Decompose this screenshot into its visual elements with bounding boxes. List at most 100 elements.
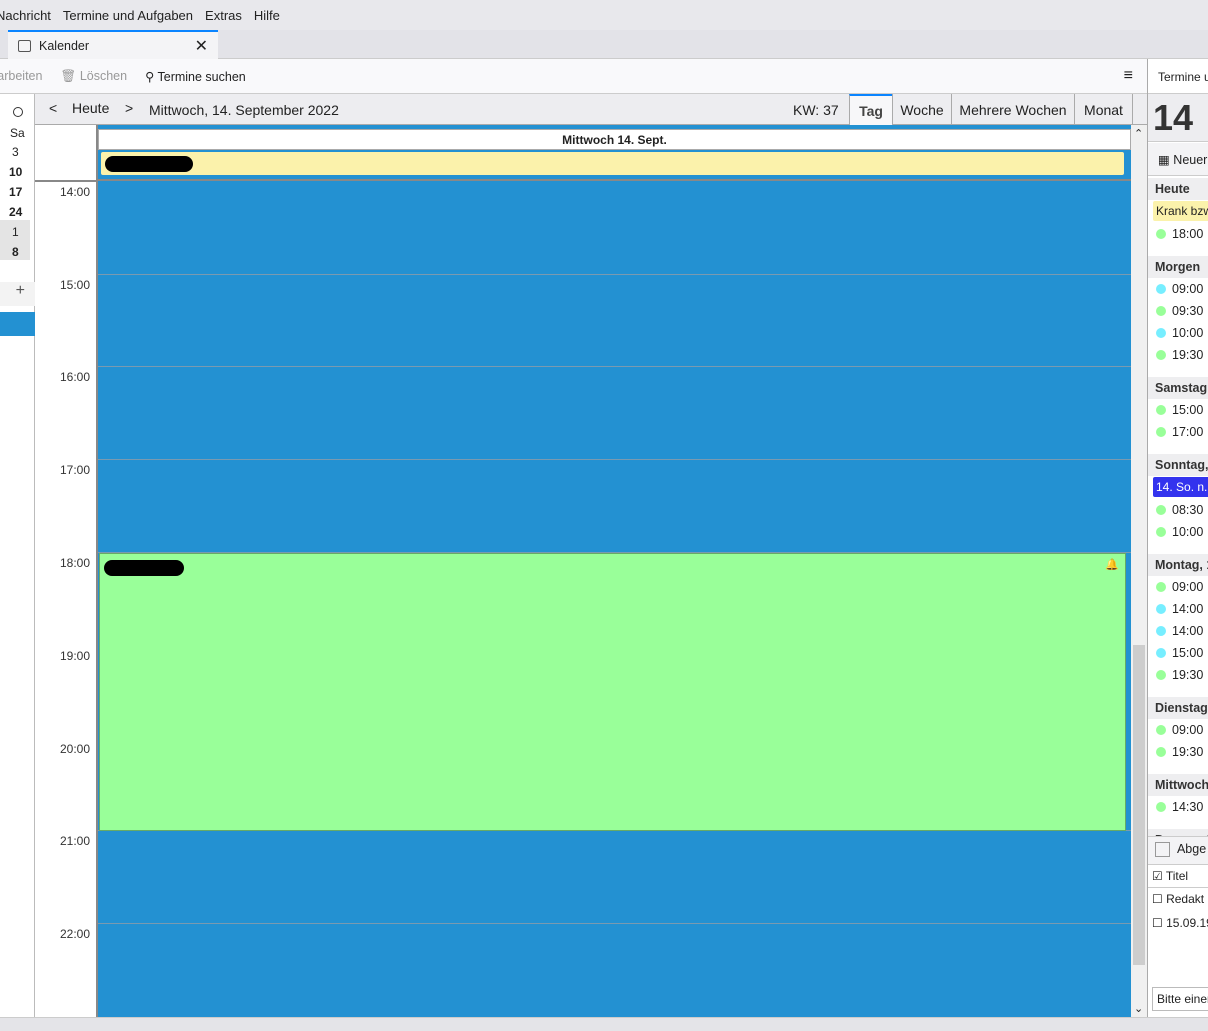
agenda-event[interactable]: 14:30 <box>1156 800 1203 814</box>
calendar-dot-icon <box>1156 670 1166 680</box>
menu-help[interactable]: Hilfe <box>254 8 280 23</box>
agenda-day-header: Morgen <box>1148 256 1208 278</box>
scroll-down-icon[interactable]: ⌄ <box>1134 1002 1143 1015</box>
scrollbar-thumb[interactable] <box>1133 645 1145 965</box>
day[interactable]: 8 <box>12 245 19 259</box>
hour-label: 22:00 <box>59 927 90 941</box>
event-time: 18:00 <box>1172 227 1204 241</box>
calendar-dot-icon <box>1156 747 1166 757</box>
tab-label: Woche <box>900 101 944 118</box>
tab-calendar[interactable]: Kalender ✕ <box>8 30 218 60</box>
calendar-icon <box>18 40 31 52</box>
agenda-event[interactable]: 19:30 <box>1156 745 1203 759</box>
tab-multiweek[interactable]: Mehrere Wochen <box>951 94 1074 125</box>
allday-event[interactable]: Krank bzw <box>1153 201 1208 221</box>
edit-button[interactable]: Bearbeiten <box>0 69 42 83</box>
agenda-event[interactable]: 08:30 <box>1156 503 1203 517</box>
allday-event[interactable] <box>101 152 1124 175</box>
agenda-event[interactable]: 15:00 <box>1156 403 1203 417</box>
task-column-header[interactable]: ☑ Titel <box>1148 864 1208 888</box>
scroll-up-icon[interactable]: ⌃ <box>1134 127 1143 140</box>
calendar-list-item[interactable] <box>0 312 35 336</box>
calendar-dot-icon <box>1156 626 1166 636</box>
completed-label: Abge <box>1176 842 1207 856</box>
day-header: Mittwoch 14. Sept. <box>98 129 1131 150</box>
hour-label: 19:00 <box>59 649 90 663</box>
task-title: Redakt <box>1166 892 1205 906</box>
agenda-event[interactable]: 10:00 <box>1156 326 1203 340</box>
tab-week[interactable]: Woche <box>892 94 951 125</box>
task-title: 15.09.19 <box>1166 916 1208 930</box>
day-column[interactable]: Mittwoch 14. Sept. 🔔 <box>96 125 1131 1017</box>
agenda-event[interactable]: 15:00 <box>1156 646 1203 660</box>
agenda-event[interactable]: 10:00 <box>1156 525 1203 539</box>
delete-button[interactable]: 🗑 Löschen <box>60 69 127 84</box>
agenda-event[interactable]: 19:30 <box>1156 668 1203 682</box>
completed-filter[interactable]: Abge <box>1148 836 1208 864</box>
event-time: 17:00 <box>1172 425 1204 439</box>
view-nav: < Heute > Mittwoch, 14. September 2022 K… <box>35 94 1147 125</box>
event-box[interactable]: 🔔 <box>99 553 1126 831</box>
menu-extras[interactable]: Extras <box>205 8 242 23</box>
close-icon[interactable]: ✕ <box>195 36 208 56</box>
event-time: 10:00 <box>1172 326 1204 340</box>
calendar-dot-icon <box>1156 405 1166 415</box>
day[interactable]: 3 <box>12 145 19 159</box>
hour-label: 21:00 <box>59 834 90 848</box>
calendar-dot-icon <box>1156 328 1166 338</box>
calendar-dot-icon <box>1156 725 1166 735</box>
mini-month: Sa 3 10 17 24 1 8 + <box>0 94 35 1017</box>
agenda-event[interactable]: 17:00 <box>1156 425 1203 439</box>
new-task-input[interactable]: Bitte einen <box>1152 987 1208 1011</box>
hour-label: 15:00 <box>59 278 90 292</box>
day[interactable]: 24 <box>9 205 22 219</box>
new-event-button[interactable]: ▦ Neuer <box>1148 143 1208 176</box>
agenda-event[interactable]: 09:30 <box>1156 304 1203 318</box>
toolbar: Bearbeiten 🗑 Löschen ⚲ Termine suchen ≡ <box>0 59 1147 94</box>
event-time: 14:00 <box>1172 624 1204 638</box>
scrollbar[interactable]: ⌃ ⌄ <box>1131 125 1147 1017</box>
agenda-event[interactable]: 09:00 <box>1156 282 1203 296</box>
day[interactable]: 10 <box>9 165 22 179</box>
menu-icon[interactable]: ≡ <box>1124 67 1133 85</box>
agenda-event[interactable]: 09:00 <box>1156 580 1203 594</box>
calendar-dot-icon <box>1156 284 1166 294</box>
redacted-title <box>104 560 184 576</box>
time-column: 14:00 15:00 16:00 17:00 18:00 19:00 20:0… <box>35 125 96 1017</box>
hour-label: 17:00 <box>59 463 90 477</box>
checkbox[interactable] <box>1155 842 1170 858</box>
tab-day[interactable]: Tag <box>849 94 892 125</box>
status-bar <box>0 1017 1208 1031</box>
title-column: Titel <box>1165 869 1189 883</box>
today-button[interactable]: Heute <box>72 100 109 116</box>
menu-message[interactable]: Nachricht <box>0 8 51 23</box>
agenda-day-header: Montag, 1 <box>1148 554 1208 576</box>
agenda-event[interactable]: 19:30 <box>1156 348 1203 362</box>
prev-icon[interactable]: < <box>49 100 57 116</box>
day[interactable]: 1 <box>12 225 19 239</box>
next-icon[interactable]: > <box>125 100 133 116</box>
event-time: 09:00 <box>1172 580 1204 594</box>
calendar-dot-icon <box>1156 427 1166 437</box>
allday-event[interactable]: 14. So. n. T <box>1153 477 1208 497</box>
event-time: 08:30 <box>1172 503 1204 517</box>
add-calendar-button[interactable]: + <box>0 282 35 306</box>
agenda-event[interactable]: 14:00 <box>1156 602 1203 616</box>
today-pane-title: Termine u <box>1158 70 1208 84</box>
menu-events-tasks[interactable]: Termine und Aufgaben <box>63 8 193 23</box>
agenda-event[interactable]: 14:00 <box>1156 624 1203 638</box>
task-row[interactable]: ☐ 15.09.19 <box>1152 916 1208 930</box>
search-events-button[interactable]: ⚲ Termine suchen <box>145 69 246 84</box>
agenda-event[interactable]: 09:00 <box>1156 723 1203 737</box>
day[interactable]: 17 <box>9 185 22 199</box>
hour-label: 20:00 <box>59 742 90 756</box>
delete-label: Löschen <box>79 68 128 83</box>
week-number: KW: 37 <box>793 102 839 118</box>
agenda-event[interactable]: 18:00 <box>1156 227 1203 241</box>
today-circle-icon[interactable] <box>13 107 23 117</box>
event-time: 14:30 <box>1172 800 1204 814</box>
current-date: Mittwoch, 14. September 2022 <box>149 102 339 118</box>
task-row[interactable]: ☐ Redakt <box>1152 892 1204 906</box>
tab-label: Mehrere Wochen <box>959 101 1067 118</box>
tab-month[interactable]: Monat <box>1074 94 1133 125</box>
